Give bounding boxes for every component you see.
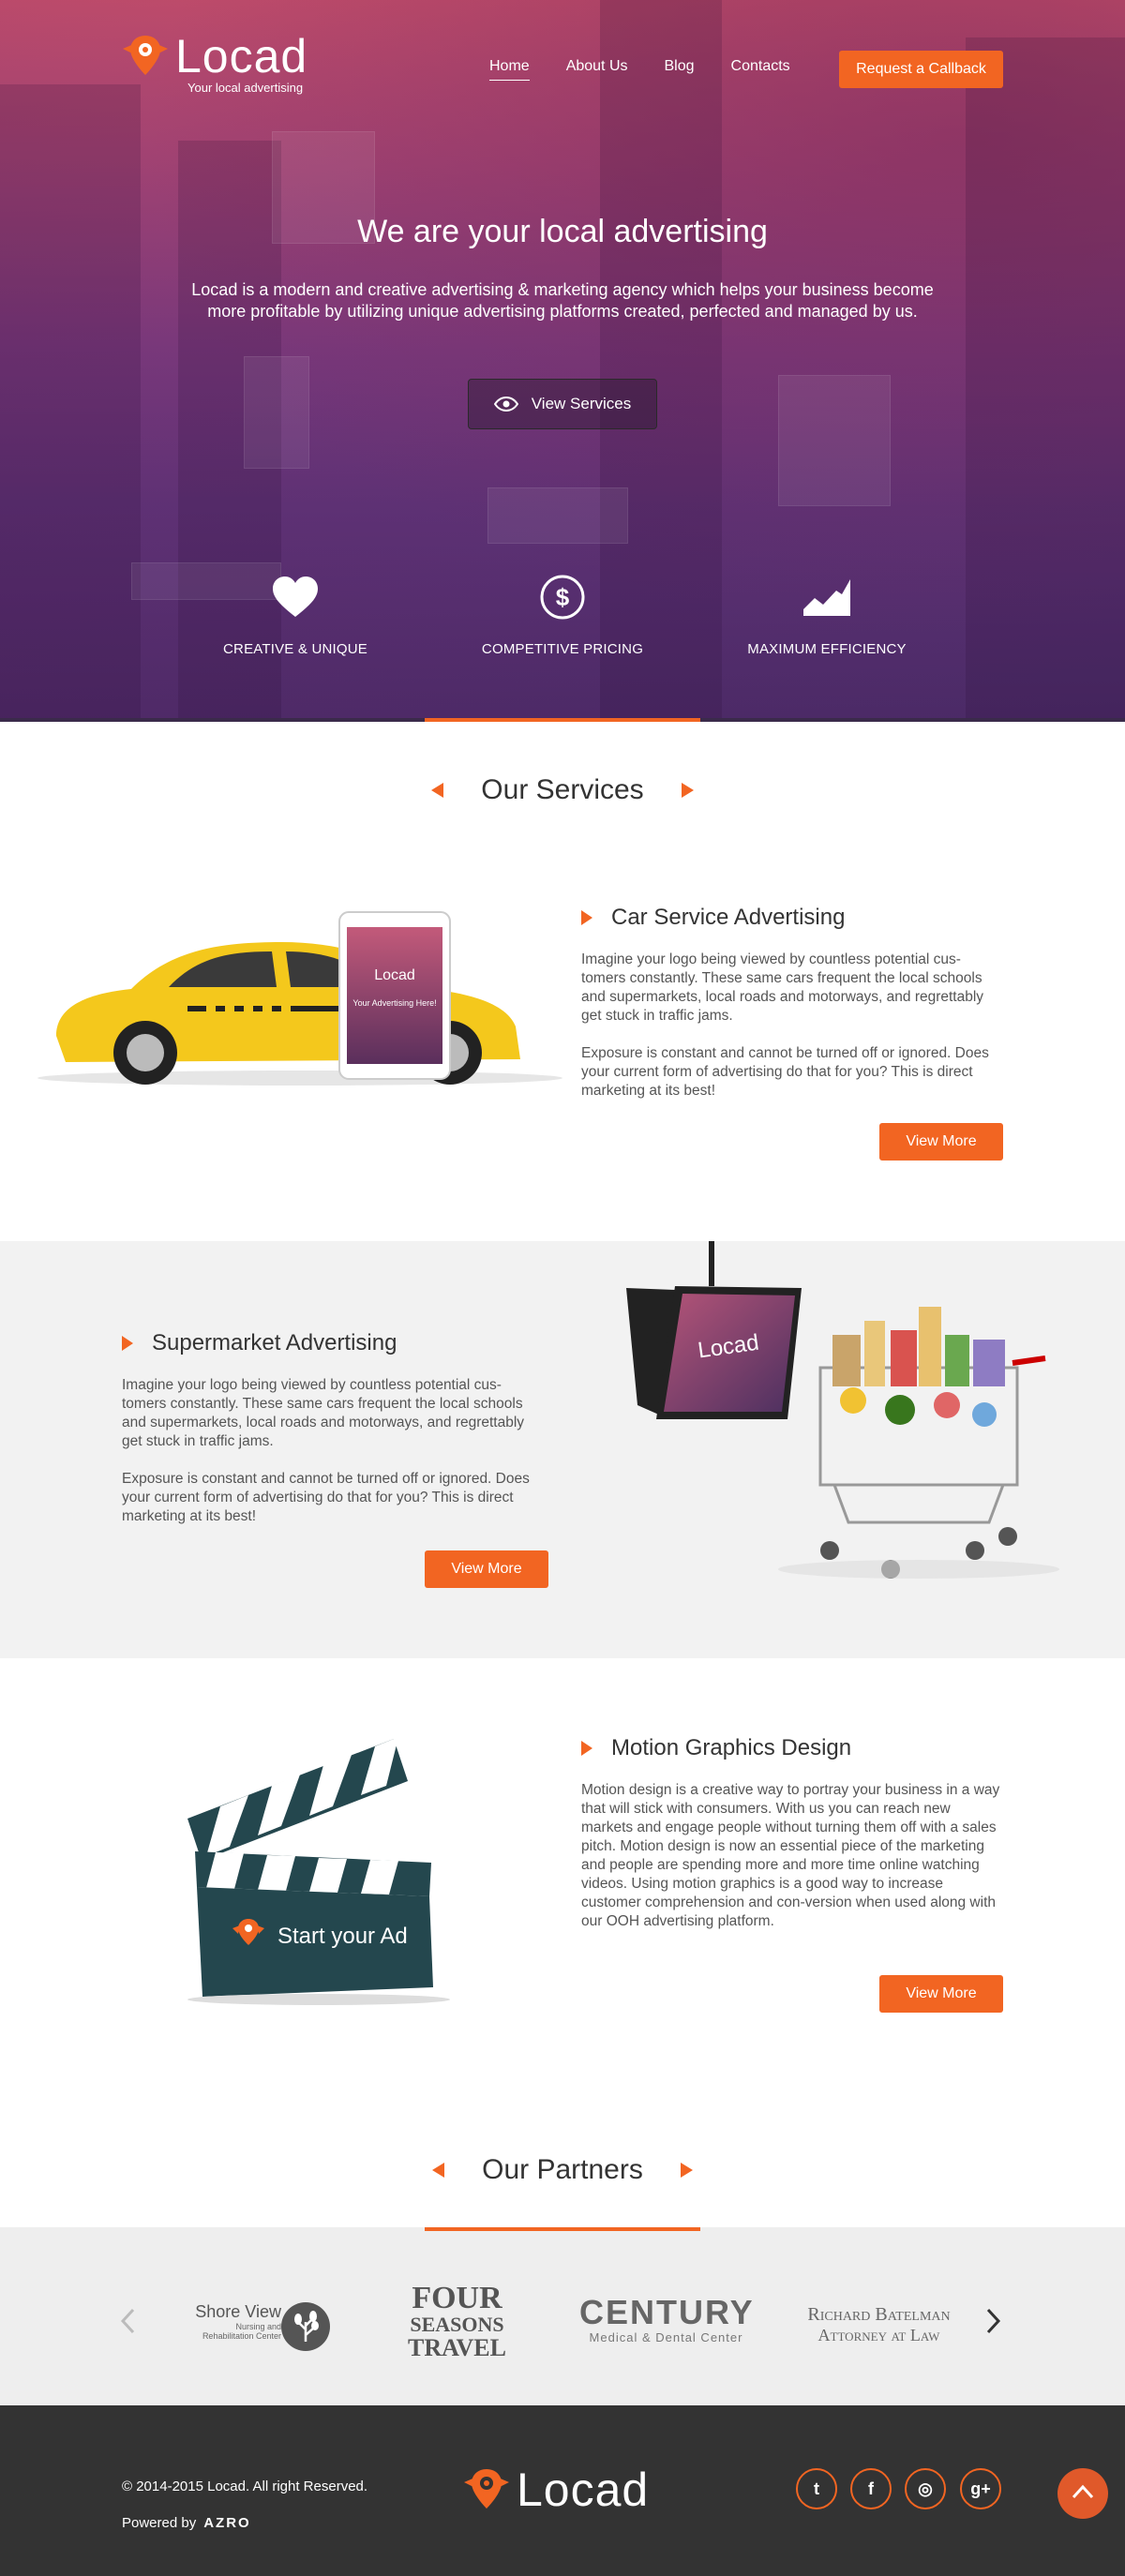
partner-logo-four-seasons[interactable]: FOUR SEASONS TRAVEL (394, 2281, 520, 2361)
title-triangle-icon (122, 1336, 133, 1351)
footer-logo[interactable]: Locad (462, 2464, 650, 2516)
partner-logo-richard-batelman[interactable]: Richard Batelman Attorney at Law (792, 2304, 966, 2345)
facebook-icon[interactable]: f (850, 2468, 892, 2509)
services-heading: Our Services (0, 774, 1125, 806)
hero-description: Locad is a modern and creative advertisi… (191, 280, 934, 321)
car-service-view-more-button[interactable]: View More (879, 1123, 1003, 1161)
carousel-next-icon[interactable] (986, 2308, 1001, 2339)
hero-background-sign (244, 356, 309, 469)
google-plus-icon[interactable]: g+ (960, 2468, 1001, 2509)
dollar-icon: $ (450, 570, 675, 624)
partner-name: FOUR (412, 2281, 502, 2315)
svg-text:Locad: Locad (374, 967, 415, 983)
arrow-left-icon[interactable] (431, 783, 444, 798)
footer-logo-wordmark: Locad (517, 2464, 650, 2516)
carousel-prev-icon[interactable] (120, 2308, 135, 2339)
logo-tagline: Your local advertising (188, 81, 304, 95)
view-services-label: View Services (531, 395, 632, 412)
hero-title: We are your local advertising (357, 214, 768, 249)
location-pin-icon (121, 34, 170, 77)
feature-label: COMPETITIVE PRICING (481, 641, 644, 657)
eye-icon (493, 397, 518, 412)
partner-subline: TRAVEL (407, 2334, 506, 2361)
footer-copyright: © 2014-2015 Locad. All right Reserved. (122, 2479, 368, 2494)
arrow-left-icon[interactable] (432, 2163, 445, 2178)
motion-graphics-text: Motion design is a creative way to portr… (581, 1781, 1003, 1931)
hero-background-sign (488, 487, 628, 544)
nav-about-us[interactable]: About Us (566, 58, 628, 75)
powered-by-label: Powered by (122, 2515, 197, 2531)
svg-text:$: $ (556, 583, 570, 611)
hero-background-building (0, 84, 141, 722)
partner-subline: Attorney at Law (818, 2326, 940, 2344)
arrow-right-icon[interactable] (680, 2163, 693, 2178)
request-callback-button[interactable]: Request a Callback (839, 51, 1003, 88)
motion-graphics-title-text: Motion Graphics Design (611, 1735, 852, 1760)
chart-icon (714, 570, 939, 624)
partner-subline: Rehabilitation Center (202, 2331, 281, 2341)
view-services-button[interactable]: View Services (468, 379, 657, 429)
clapperboard-caption: Start your Ad (278, 1924, 408, 1949)
header-logo[interactable]: Locad (121, 30, 308, 82)
instagram-icon[interactable]: ◎ (905, 2468, 946, 2509)
partner-subline: SEASONS (410, 2313, 504, 2336)
supermarket-paragraph-2: Exposure is constant and cannot be turne… (122, 1471, 530, 1524)
car-service-title: Car Service Advertising (581, 905, 845, 931)
partner-logo-century[interactable]: CENTURY Medical & Dental Center (579, 2293, 755, 2345)
feature-pricing: $ COMPETITIVE PRICING (450, 570, 675, 657)
motion-graphics-paragraph: Motion design is a creative way to portr… (581, 1782, 1000, 1929)
location-pin-icon (462, 2467, 511, 2510)
supermarket-title-text: Supermarket Advertising (152, 1330, 398, 1355)
motion-graphics-view-more-button[interactable]: View More (879, 1975, 1003, 2013)
partner-name: Richard Batelman (807, 2304, 951, 2325)
partner-name: Shore View (195, 2302, 281, 2321)
title-triangle-icon (581, 910, 592, 925)
logo-wordmark: Locad (175, 30, 308, 82)
taxi-image: Locad Your Advertising Here! (28, 895, 562, 1092)
footer-powered-by: Powered by AZRO (122, 2515, 251, 2531)
nav-home[interactable]: Home (489, 58, 530, 81)
nav-contacts[interactable]: Contacts (731, 58, 790, 75)
nav-blog[interactable]: Blog (665, 58, 695, 75)
car-service-paragraph-2: Exposure is constant and cannot be turne… (581, 1045, 989, 1099)
heart-icon (183, 570, 408, 624)
hero-background-sign (778, 375, 891, 506)
supermarket-paragraph-1: Imagine your logo being viewed by countl… (122, 1377, 525, 1449)
motion-graphics-title: Motion Graphics Design (581, 1735, 851, 1761)
taxi-tablet-caption: Your Advertising Here! (352, 998, 436, 1008)
feature-creative: CREATIVE & UNIQUE (183, 570, 408, 657)
feature-label: MAXIMUM EFFICIENCY (747, 641, 907, 657)
title-triangle-icon (581, 1741, 592, 1756)
partner-logo-shore-view[interactable]: Shore View Nursing and Rehabilitation Ce… (169, 2302, 333, 2351)
hero-accent-bar (425, 718, 700, 722)
supermarket-view-more-button[interactable]: View More (425, 1550, 548, 1588)
car-service-title-text: Car Service Advertising (611, 905, 846, 930)
scroll-to-top-button[interactable] (1058, 2468, 1108, 2519)
partner-subline: Medical & Dental Center (589, 2330, 743, 2344)
feature-efficiency: MAXIMUM EFFICIENCY (714, 570, 939, 657)
supermarket-text: Imagine your logo being viewed by countl… (122, 1376, 544, 1526)
hero-background-building (966, 37, 1125, 722)
twitter-icon[interactable]: t (796, 2468, 837, 2509)
feature-label: CREATIVE & UNIQUE (223, 641, 368, 657)
car-service-paragraph-1: Imagine your logo being viewed by countl… (581, 951, 984, 1024)
supermarket-screen-and-cart-image: Locad (619, 1241, 1059, 1635)
partners-accent-bar (425, 2227, 700, 2231)
tree-icon (281, 2302, 330, 2351)
clapperboard-image (178, 1730, 469, 2011)
partner-subline: Nursing and (235, 2322, 281, 2331)
car-service-text: Imagine your logo being viewed by countl… (581, 951, 1003, 1101)
supermarket-title: Supermarket Advertising (122, 1330, 397, 1356)
chevron-up-icon (1072, 2484, 1094, 2504)
main-nav: Home About Us Blog Contacts (489, 58, 827, 81)
partners-heading-title: Our Partners (482, 2154, 643, 2185)
services-heading-title: Our Services (481, 774, 644, 805)
partner-name: CENTURY (579, 2293, 755, 2331)
azro-logo[interactable]: AZRO (203, 2515, 251, 2531)
arrow-right-icon[interactable] (681, 783, 694, 798)
partners-heading: Our Partners (0, 2154, 1125, 2186)
